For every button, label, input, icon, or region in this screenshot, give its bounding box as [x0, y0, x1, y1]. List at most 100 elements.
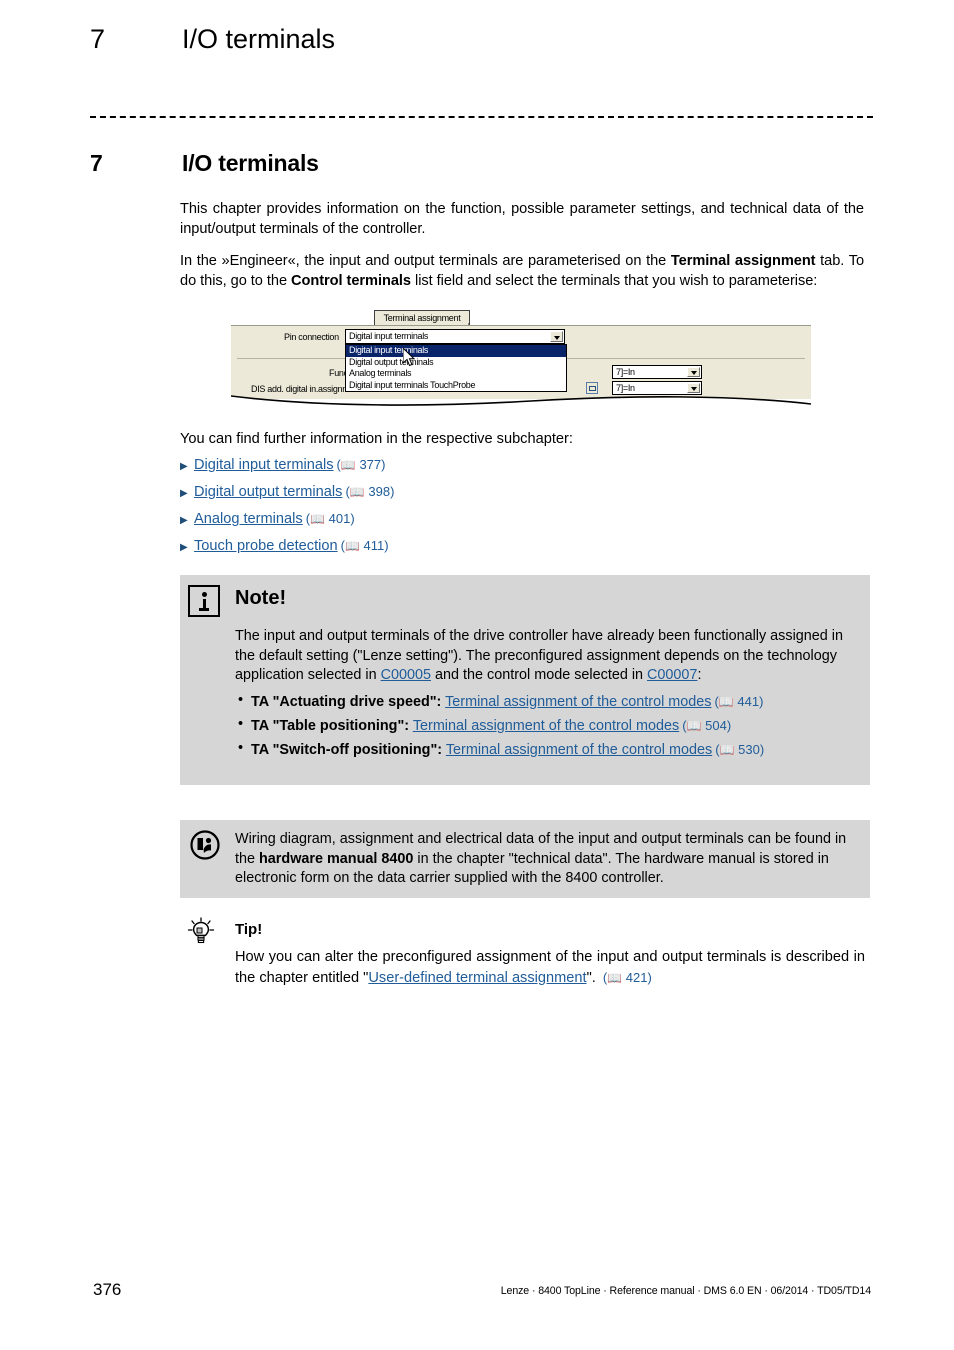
pin-connection-label: Pin connection	[284, 332, 339, 342]
terminal-assignment-bold: Terminal assignment	[670, 253, 816, 269]
link-c00005[interactable]: C00005	[381, 667, 431, 683]
dropdown-option-digital-input-terminals[interactable]: Digital input terminals	[346, 345, 566, 357]
running-header-number: 7	[90, 24, 106, 54]
page-reference: (📖 401)	[305, 511, 355, 526]
chapter-heading: 7 I/O terminals	[90, 150, 880, 177]
select-button-icon[interactable]	[586, 382, 598, 394]
book-icon: 📖	[719, 742, 735, 757]
engineer-dialog-figure: Terminal assignment Pin connection Funct…	[231, 310, 811, 408]
hardware-manual-text: Wiring diagram, assignment and electrica…	[235, 830, 855, 889]
intro-text-block: This chapter provides information on the…	[180, 200, 864, 291]
chevron-down-icon[interactable]	[687, 367, 700, 377]
intro-paragraph-1: This chapter provides information on the…	[180, 201, 864, 237]
list-item[interactable]: ▶ Analog terminals (📖 401)	[180, 511, 870, 530]
pin-connection-combobox[interactable]: Digital input terminals	[345, 329, 565, 344]
note-heading: Note!	[235, 587, 287, 609]
tab-terminal-assignment[interactable]: Terminal assignment	[374, 310, 470, 326]
page-reference: (📖 398)	[345, 484, 395, 499]
page-reference: (📖 441)	[714, 693, 764, 709]
page-reference: (📖 411)	[340, 538, 389, 553]
chevron-down-icon[interactable]	[687, 383, 700, 393]
tip-text-b: ".	[586, 969, 600, 986]
list-item[interactable]: TA "Actuating drive speed": Terminal ass…	[235, 691, 855, 712]
lightbulb-icon	[186, 917, 216, 949]
triangle-right-icon: ▶	[180, 461, 188, 472]
link-terminal-assignment-control-modes[interactable]: Terminal assignment of the control modes	[445, 694, 711, 710]
info-icon	[188, 585, 220, 617]
triangle-right-icon: ▶	[180, 542, 188, 553]
hardware-manual-bold: hardware manual 8400	[259, 850, 414, 867]
page-number: 441	[737, 693, 760, 709]
link-digital-input-terminals[interactable]: Digital input terminals	[194, 457, 334, 473]
dropdown-option-digital-output-terminals[interactable]: Digital output terminals	[346, 357, 566, 369]
subchapter-link-list: You can find further information in the …	[180, 430, 870, 565]
ta-label: TA "Switch-off positioning":	[251, 741, 443, 758]
tip-body: How you can alter the preconfigured assi…	[235, 948, 865, 988]
dropdown-option-analog-terminals[interactable]: Analog terminals	[346, 368, 566, 380]
header-divider	[90, 116, 873, 118]
page-number: 377	[359, 457, 382, 472]
page-reference: (📖 530)	[715, 741, 765, 757]
page-number: 398	[368, 484, 391, 499]
function-value: 7]=In	[616, 367, 635, 377]
link-digital-output-terminals[interactable]: Digital output terminals	[194, 484, 342, 500]
intro-p2-part-a: In the »Engineer«, the input and output …	[180, 253, 671, 269]
subchapter-intro: You can find further information in the …	[180, 431, 573, 447]
page-number: 401	[328, 511, 351, 526]
page-number: 530	[738, 741, 760, 757]
note-body: The input and output terminals of the dr…	[235, 627, 855, 764]
link-c00007[interactable]: C00007	[647, 667, 697, 683]
list-item[interactable]: ▶ Digital output terminals (📖 398)	[180, 484, 870, 503]
link-terminal-assignment-control-modes[interactable]: Terminal assignment of the control modes	[413, 718, 679, 734]
document-page: 7 I/O terminals 7 I/O terminals This cha…	[0, 0, 954, 1350]
page-reference: (📖 504)	[682, 717, 732, 733]
note-text-b: and the control mode selected in	[431, 667, 648, 683]
figure-torn-edge	[231, 394, 811, 408]
note-text-c: :	[697, 667, 702, 683]
list-item[interactable]: ▶ Touch probe detection (📖 411)	[180, 538, 870, 557]
read-manual-icon	[190, 830, 220, 860]
dropdown-option-digital-input-terminals-touchprobe[interactable]: Digital input terminals TouchProbe	[346, 380, 566, 392]
list-item[interactable]: ▶ Digital input terminals (📖 377)	[180, 457, 870, 476]
footer-page-number: 376	[93, 1280, 122, 1299]
book-icon: 📖	[686, 718, 702, 733]
book-icon: 📖	[340, 458, 356, 472]
pin-connection-value: Digital input terminals	[349, 331, 429, 341]
page-number: 421	[625, 969, 648, 985]
intro-p2-part-e: list field and select the terminals that…	[411, 272, 818, 289]
running-header: 7 I/O terminals	[90, 24, 880, 55]
note-paragraph: The input and output terminals of the dr…	[235, 627, 855, 686]
dis-assignment-value: 7]=In	[616, 383, 635, 393]
tip-paragraph: How you can alter the preconfigured assi…	[235, 948, 865, 988]
book-icon: 📖	[310, 512, 325, 526]
triangle-right-icon: ▶	[180, 488, 188, 499]
chevron-down-icon[interactable]	[550, 331, 563, 342]
ta-label: TA "Table positioning":	[251, 717, 410, 734]
page-number: 504	[705, 717, 727, 733]
page-reference: (📖 421)	[602, 969, 652, 985]
ta-label: TA "Actuating drive speed":	[251, 693, 442, 710]
note-box: Note! The input and output terminals of …	[180, 575, 870, 785]
footer-text: Lenze · 8400 TopLine · Reference manual …	[500, 1285, 871, 1297]
function-combobox[interactable]: 7]=In	[612, 365, 702, 379]
chapter-title: I/O terminals	[182, 150, 319, 176]
list-item[interactable]: TA "Switch-off positioning": Terminal as…	[235, 739, 855, 760]
dialog-panel: Pin connection Function DIS add. digital…	[231, 325, 811, 399]
ta-list: TA "Actuating drive speed": Terminal ass…	[235, 691, 855, 760]
book-icon: 📖	[718, 694, 734, 709]
link-analog-terminals[interactable]: Analog terminals	[194, 511, 303, 527]
list-item[interactable]: TA "Table positioning": Terminal assignm…	[235, 715, 855, 736]
tip-heading: Tip!	[235, 921, 263, 938]
link-user-defined-terminal-assignment[interactable]: User-defined terminal assignment	[368, 970, 586, 986]
book-icon: 📖	[349, 485, 365, 499]
chapter-number: 7	[90, 150, 103, 176]
pin-connection-dropdown-list[interactable]: Digital input terminals Digital output t…	[345, 344, 567, 392]
link-terminal-assignment-control-modes[interactable]: Terminal assignment of the control modes	[446, 742, 712, 758]
book-icon: 📖	[344, 539, 360, 553]
intro-paragraph-2: In the »Engineer«, the input and output …	[180, 252, 864, 291]
link-touch-probe-detection[interactable]: Touch probe detection	[194, 538, 338, 554]
page-number: 411	[363, 538, 385, 553]
control-terminals-bold: Control terminals	[291, 272, 411, 289]
running-header-title: I/O terminals	[182, 24, 336, 54]
dis-assignment-combobox[interactable]: 7]=In	[612, 381, 702, 395]
